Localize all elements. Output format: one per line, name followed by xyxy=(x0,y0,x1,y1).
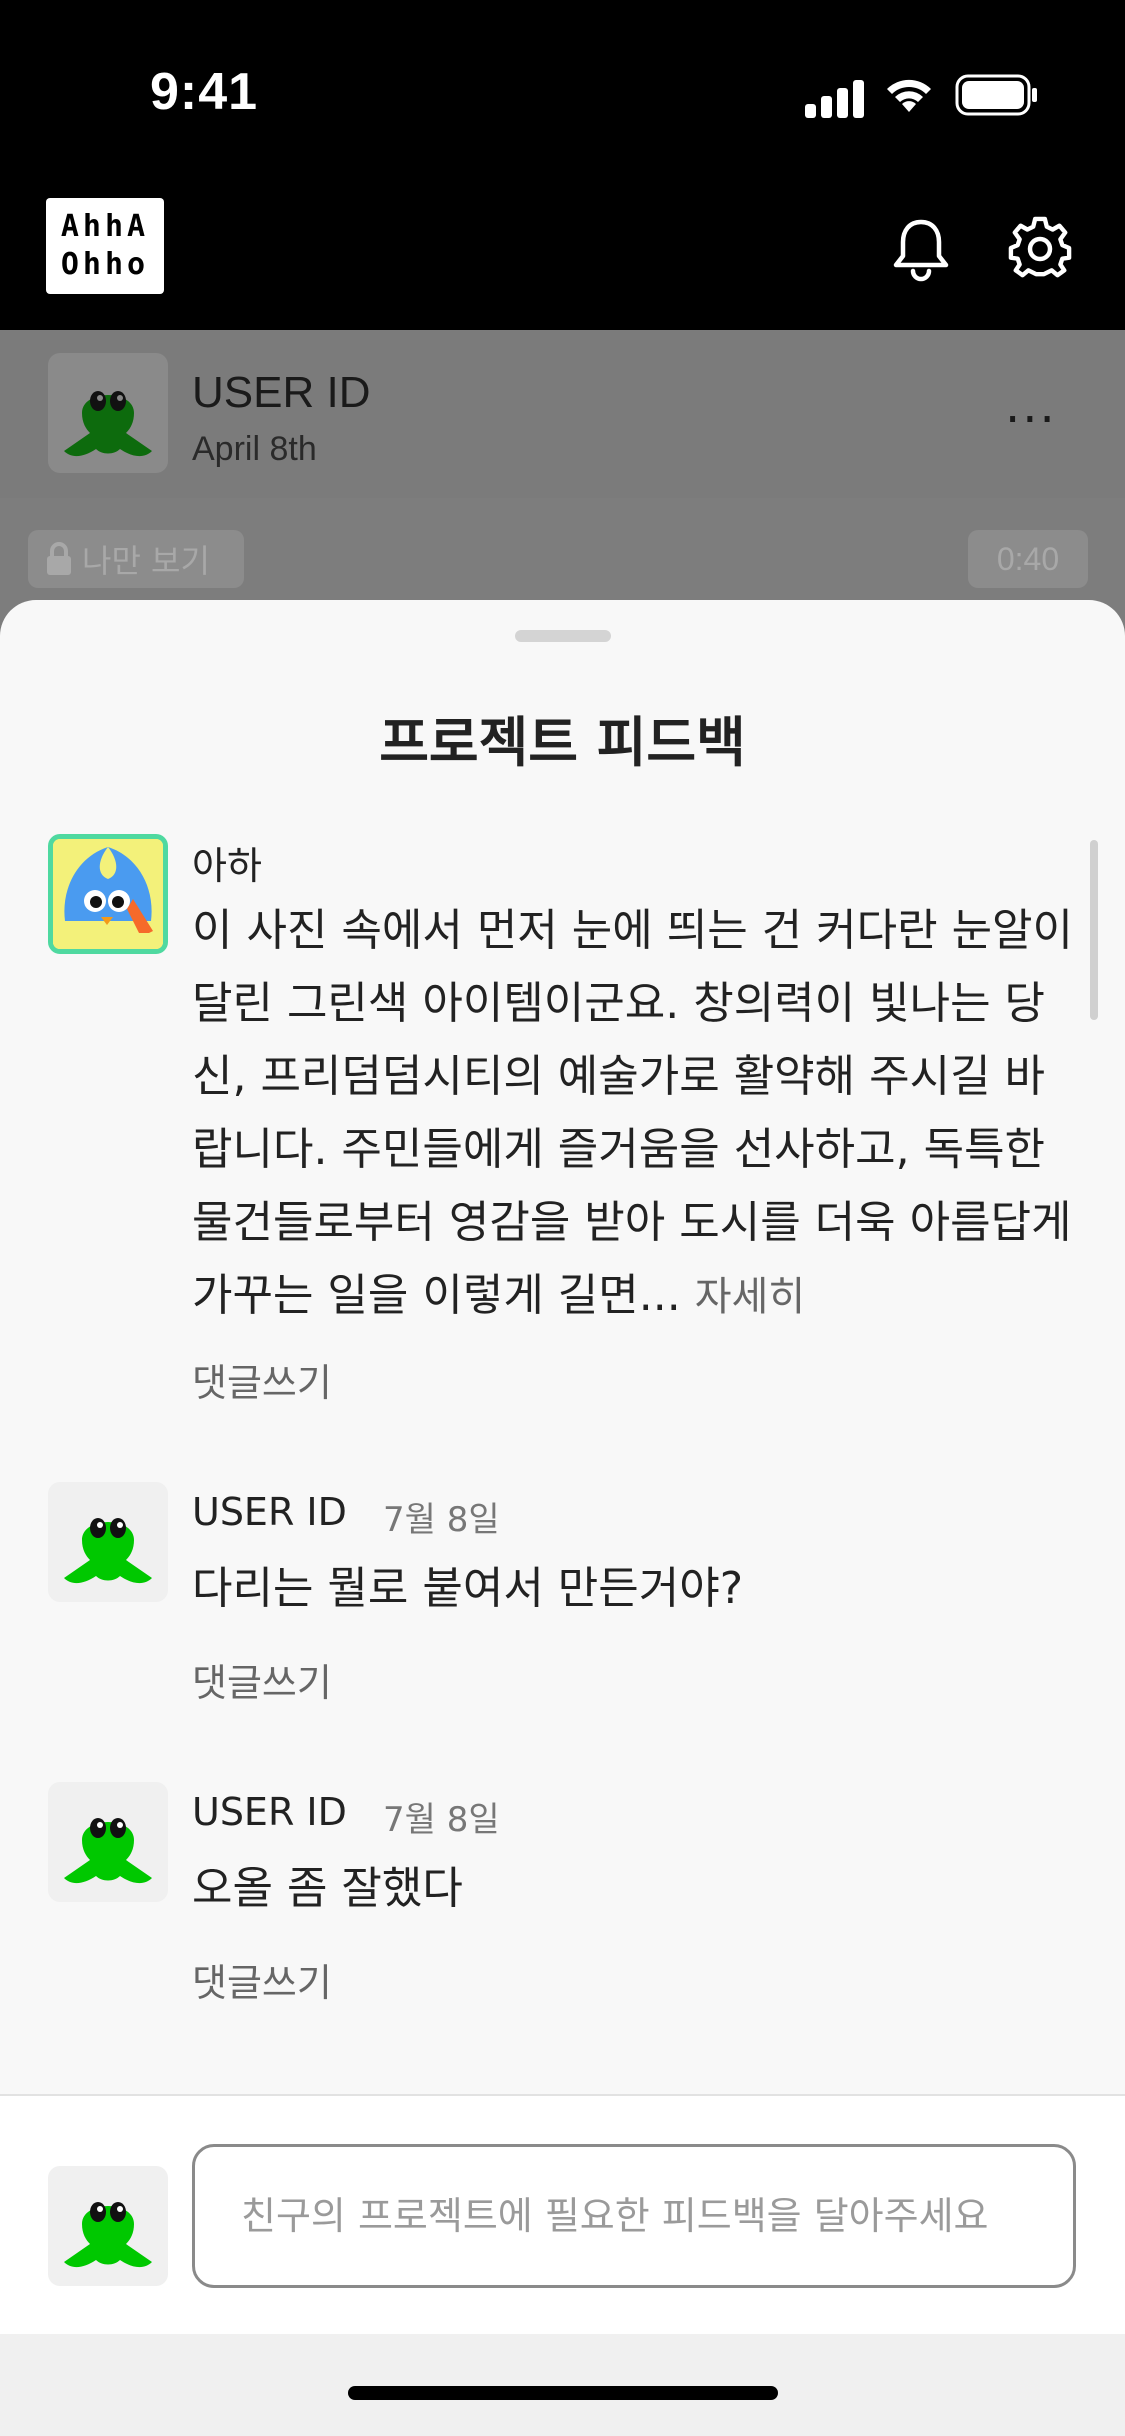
scroll-indicator[interactable] xyxy=(1090,840,1098,1020)
feedback-input[interactable] xyxy=(192,2144,1076,2288)
bell-icon[interactable] xyxy=(890,216,952,282)
feedback-sheet: 프로젝트 피드백 아하 이 사진 속에서 먼저 눈에 띄는 건 커다란 눈알이 … xyxy=(0,600,1125,2436)
home-indicator[interactable] xyxy=(348,2386,778,2400)
privacy-label: 나만 보기 xyxy=(82,542,210,580)
post-author-avatar[interactable] xyxy=(48,353,168,473)
creature-avatar-icon xyxy=(64,391,152,457)
app-header: AhhA Ohho xyxy=(0,190,1125,330)
my-avatar xyxy=(48,2166,168,2286)
lock-icon xyxy=(47,542,71,575)
privacy-badge: 나만 보기 xyxy=(28,530,244,588)
sheet-grabber[interactable] xyxy=(515,630,611,642)
app-logo[interactable]: AhhA Ohho xyxy=(46,198,164,294)
post-user-id[interactable]: USER ID xyxy=(192,368,370,418)
comment-text: 다리는 뭘로 붙여서 만든거야? xyxy=(192,1563,744,1614)
comment-date: 7월 8일 xyxy=(383,1800,500,1840)
status-bar: 9:41 xyxy=(0,0,1125,190)
comment-author[interactable]: 아하 xyxy=(192,835,262,890)
ai-character-icon xyxy=(53,839,163,949)
user-avatar[interactable] xyxy=(48,1482,168,1602)
reply-button[interactable]: 댓글쓰기 xyxy=(192,1352,332,1407)
reply-button[interactable]: 댓글쓰기 xyxy=(192,1952,332,2007)
creature-avatar-icon xyxy=(64,1518,152,1584)
duration-badge: 0:40 xyxy=(968,530,1088,588)
comment-text: 이 사진 속에서 먼저 눈에 띄는 건 커다란 눈알이 달린 그린색 아이템이군… xyxy=(192,905,1074,1321)
comment-body: 이 사진 속에서 먼저 눈에 띄는 건 커다란 눈알이 달린 그린색 아이템이군… xyxy=(192,894,1082,1334)
post-header xyxy=(0,330,1125,498)
battery-icon xyxy=(955,74,1037,116)
sheet-title: 프로젝트 피드백 xyxy=(379,711,746,774)
more-options-icon[interactable]: ··· xyxy=(1005,392,1057,448)
ai-avatar[interactable] xyxy=(48,834,168,954)
see-more-link[interactable]: 자세히 xyxy=(695,1274,805,1320)
status-time: 9:41 xyxy=(150,63,259,121)
comment-author[interactable]: USER ID xyxy=(192,1490,347,1534)
wifi-icon xyxy=(887,79,931,112)
comment-text: 오올 좀 잘했다 xyxy=(192,1863,463,1914)
gear-icon[interactable] xyxy=(1008,216,1072,280)
reply-button[interactable]: 댓글쓰기 xyxy=(192,1652,332,1707)
creature-avatar-icon xyxy=(64,2202,152,2268)
bottom-safe-area xyxy=(0,2334,1125,2436)
creature-avatar-icon xyxy=(64,1818,152,1884)
logo-line-1: AhhA xyxy=(60,209,150,244)
cellular-signal-icon xyxy=(805,78,865,118)
user-avatar[interactable] xyxy=(48,1782,168,1902)
post-date: April 8th xyxy=(192,430,317,468)
comment-author[interactable]: USER ID xyxy=(192,1790,347,1834)
logo-line-2: Ohho xyxy=(60,247,150,282)
comment-date: 7월 8일 xyxy=(383,1500,500,1540)
feedback-input-bar xyxy=(0,2094,1125,2334)
